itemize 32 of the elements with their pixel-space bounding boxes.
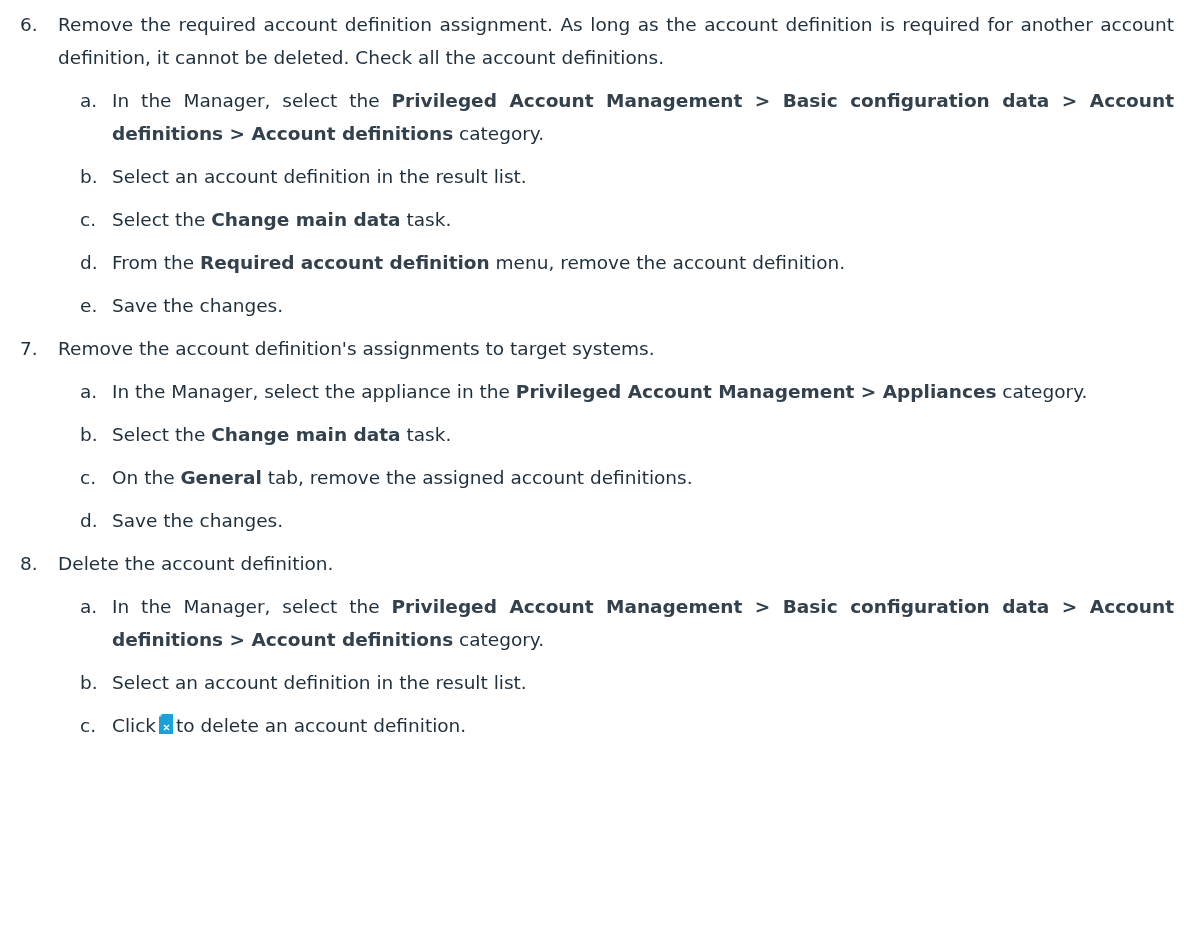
substep-text: Select the Change main data task. — [112, 423, 453, 447]
substep-text: In the Manager, select the appliance in the Privileged Account Management > Appliances category. — [112, 380, 1089, 404]
substep-letter: c. — [80, 714, 98, 738]
step-number: 7. — [20, 337, 39, 361]
substep-letter: b. — [80, 165, 99, 189]
substep-text: to delete an account definition. — [176, 715, 467, 736]
substep-letter: e. — [80, 294, 99, 318]
step-text: Remove the account definition's assignments to target systems. — [58, 337, 656, 361]
delete-document-icon — [159, 714, 174, 734]
substep-text: Select an account definition in the result list. — [112, 165, 528, 189]
substep-letter: a. — [80, 380, 99, 404]
substep-letter: c. — [80, 208, 98, 232]
substep-text: In the Manager, select the Privileged Account Management > Basic configuration data > Account definitions > Account definitions category. — [112, 89, 1174, 146]
substep-text: Save the changes. — [112, 509, 285, 533]
substep-text: From the Required account definition menu, remove the account definition. — [112, 251, 847, 275]
step-number: 8. — [20, 552, 39, 576]
substep-text: Select an account definition in the result list. — [112, 671, 528, 695]
substep-letter: b. — [80, 423, 99, 447]
substep-text: Click — [112, 715, 157, 736]
substep-text: On the General tab, remove the assigned account definitions. — [112, 466, 694, 490]
substep-letter: b. — [80, 671, 99, 695]
substep-text: In the Manager, select the Privileged Account Management > Basic configuration data > Account definitions > Account definitions category. — [112, 595, 1174, 652]
substep-letter: d. — [80, 251, 99, 275]
substep-text: Select the Change main data task. — [112, 208, 453, 232]
substep-letter: c. — [80, 466, 98, 490]
substep-letter: d. — [80, 509, 99, 533]
substep-letter: a. — [80, 89, 99, 113]
step-text: Remove the required account definition assignment. As long as the account definition is required for another account definition, it cannot be deleted. Check all the account definitions. — [58, 13, 1174, 70]
substep-text: Save the changes. — [112, 294, 285, 318]
substep-letter: a. — [80, 595, 99, 619]
step-number: 6. — [20, 13, 39, 37]
step-text: Delete the account definition. — [58, 552, 335, 576]
